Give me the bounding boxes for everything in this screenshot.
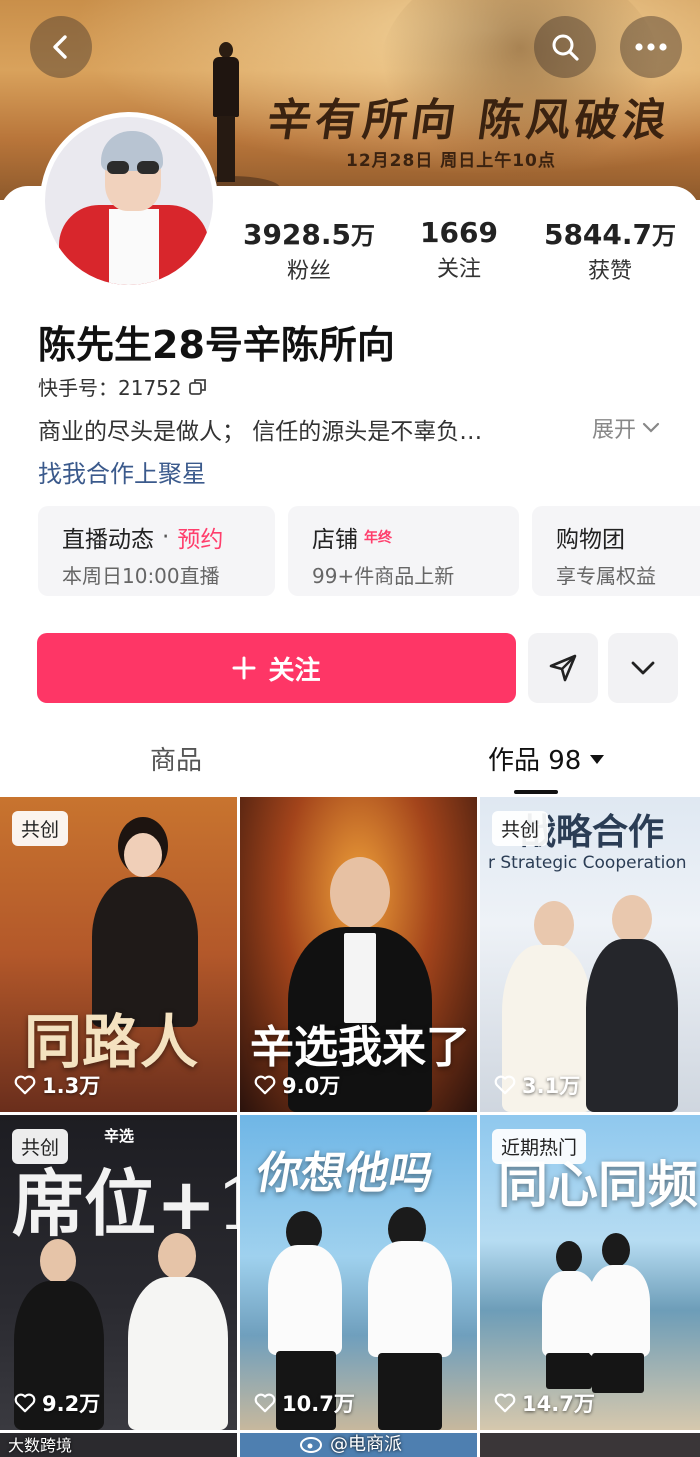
video-tile[interactable]: 辛选 席位+1 共创 9.2万 (0, 1115, 237, 1430)
more-options-button[interactable] (608, 633, 678, 703)
feature-live-sub: 本周日10:00直播 (62, 564, 220, 588)
stat-likes[interactable]: 5844.7万 获赞 (535, 216, 685, 285)
separator-dot: · (162, 524, 170, 550)
video-caption: 同路人 (24, 1008, 199, 1076)
cocreate-badge: 共创 (492, 811, 549, 846)
feature-store-title: 店铺 (312, 527, 358, 553)
heart-icon (494, 1393, 516, 1413)
heart-icon (14, 1075, 36, 1095)
video-likes: 3.1万 (494, 1070, 580, 1100)
stat-following[interactable]: 1669 关注 (384, 216, 534, 283)
follow-button[interactable]: 关注 (37, 633, 516, 703)
profile-bio: 商业的尽头是做人； 信任的源头是不辜负… (38, 419, 483, 445)
likes-count: 9.0万 (282, 1074, 341, 1098)
tab-works-label: 作品 98 (488, 746, 582, 776)
chevron-down-icon (631, 661, 655, 675)
video-tile-partial[interactable] (480, 1433, 700, 1457)
banner-date: 12月28日 周日上午10点 (346, 151, 556, 171)
feature-group-buy[interactable]: 购物团 享专属权益 (532, 506, 700, 596)
source-watermark-left: 大数跨境 (8, 1436, 73, 1455)
video-caption: 辛选我来了 (250, 1022, 470, 1073)
send-icon (549, 654, 577, 682)
copy-icon[interactable] (188, 377, 208, 397)
feature-group-title: 购物团 (556, 527, 625, 553)
stat-fans-label: 粉丝 (286, 259, 331, 284)
tab-goods-label: 商品 (150, 746, 203, 776)
kuaishou-id-text: 快手号：21752 (38, 376, 182, 400)
expand-bio-button[interactable]: 展开 (592, 412, 660, 444)
feature-store-sub: 99+件商品上新 (312, 564, 455, 588)
year-end-tag: 年终 (364, 530, 392, 546)
search-icon (552, 34, 579, 61)
heart-icon (254, 1393, 276, 1413)
video-tile[interactable]: 辛选我来了 9.0万 (240, 797, 477, 1112)
likes-count: 14.7万 (522, 1392, 595, 1416)
banner-slogan: 辛有所向 陈风破浪 (263, 95, 675, 146)
feature-store[interactable]: 店铺 年终 99+件商品上新 (288, 506, 519, 596)
active-tab-indicator (514, 790, 558, 794)
likes-count: 9.2万 (42, 1392, 101, 1416)
back-button[interactable] (30, 16, 92, 78)
avatar[interactable] (40, 112, 218, 290)
cocreate-badge: 共创 (12, 1129, 69, 1164)
feature-group-sub: 享专属权益 (556, 564, 656, 588)
more-dots-icon (635, 43, 667, 51)
tab-works[interactable]: 作品 98 (488, 740, 605, 777)
weibo-icon (300, 1437, 322, 1453)
stat-fans[interactable]: 3928.5万 粉丝 (234, 216, 384, 285)
more-button[interactable] (620, 16, 682, 78)
likes-count: 10.7万 (282, 1392, 355, 1416)
video-top-label: 辛选 (104, 1127, 135, 1145)
video-tile[interactable]: 你想他吗 10.7万 (240, 1115, 477, 1430)
heart-icon (254, 1075, 276, 1095)
back-arrow-icon (53, 35, 67, 59)
cooperation-link[interactable]: 找我合作上聚星 (38, 454, 206, 489)
caret-down-icon (590, 754, 605, 764)
stat-likes-label: 获赞 (587, 259, 632, 284)
feature-live-title: 直播动态 (62, 527, 154, 553)
likes-count: 3.1万 (522, 1074, 581, 1098)
heart-icon (494, 1075, 516, 1095)
kuaishou-id[interactable]: 快手号：21752 (38, 372, 208, 401)
source-watermark: @电商派 (300, 1430, 402, 1456)
video-tile[interactable]: 同路人 共创 1.3万 (0, 797, 237, 1112)
search-button[interactable] (534, 16, 596, 78)
feature-cards: 直播动态 · 预约 本周日10:00直播 店铺 年终 99+件商品上新 购物团 … (38, 506, 700, 596)
video-tile[interactable]: 战略合作 r Strategic Cooperation 共创 3.1万 (480, 797, 700, 1112)
video-likes: 9.0万 (254, 1070, 340, 1100)
video-subcaption: r Strategic Cooperation (488, 853, 687, 873)
video-likes: 14.7万 (494, 1388, 595, 1418)
tab-goods[interactable]: 商品 (150, 740, 202, 777)
plus-icon (232, 656, 256, 680)
heart-icon (14, 1393, 36, 1413)
chevron-down-icon (642, 422, 660, 433)
works-grid: 同路人 共创 1.3万 辛选我来了 9.0万 战略合作 r Strategic … (0, 797, 700, 1457)
watermark-text: @电商派 (330, 1434, 402, 1455)
feature-live-schedule[interactable]: 直播动态 · 预约 本周日10:00直播 (38, 506, 275, 596)
reserve-label: 预约 (177, 527, 224, 553)
video-tile[interactable]: 同心同频 近期热门 14.7万 (480, 1115, 700, 1430)
trending-badge: 近期热门 (492, 1129, 587, 1164)
content-tabs: 商品 作品 98 (0, 734, 700, 794)
video-caption: 你想他吗 (252, 1148, 438, 1199)
stat-following-label: 关注 (436, 257, 481, 282)
profile-name: 陈先生28号辛陈所向 (38, 323, 395, 367)
share-button[interactable] (528, 633, 598, 703)
video-likes: 10.7万 (254, 1388, 355, 1418)
expand-label: 展开 (592, 418, 637, 443)
video-likes: 9.2万 (14, 1388, 100, 1418)
cocreate-badge: 共创 (12, 811, 69, 846)
follow-label: 关注 (268, 655, 321, 686)
likes-count: 1.3万 (42, 1074, 101, 1098)
banner-figure (212, 42, 240, 182)
video-likes: 1.3万 (14, 1070, 100, 1100)
